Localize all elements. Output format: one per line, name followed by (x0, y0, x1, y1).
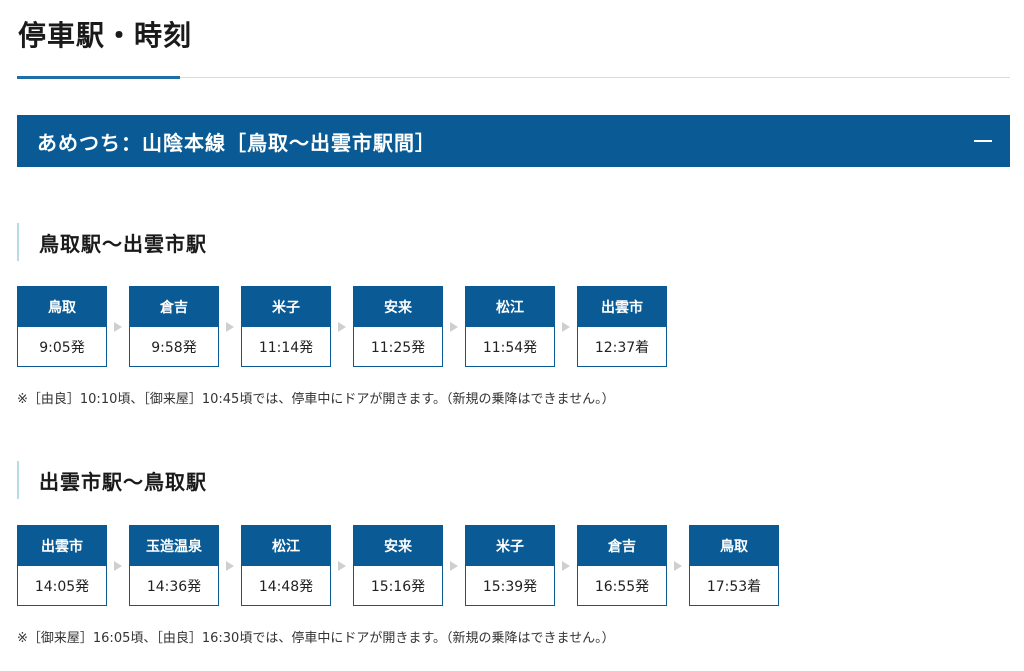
arrow-right-icon (226, 560, 234, 571)
stop-time: 15:39発 (482, 578, 538, 595)
stop-name: 鳥取 (690, 526, 778, 566)
stop-name: 出雲市 (578, 287, 666, 327)
stop-card: 米子 11:14発 (241, 286, 331, 367)
stop-card: 松江 11:54発 (465, 286, 555, 367)
arrow-right-icon (114, 560, 122, 571)
stop-card: 出雲市 14:05発 (17, 525, 107, 606)
stop-card: 米子 15:39発 (465, 525, 555, 606)
stop-name: 米子 (242, 287, 330, 327)
stop-card: 安来 15:16発 (353, 525, 443, 606)
accordion-header-amettsuchi[interactable]: あめつち：山陰本線［鳥取〜出雲市駅間］ (17, 115, 1010, 167)
stop-time: 14:36発 (146, 578, 202, 595)
page-title: 停車駅・時刻 (18, 19, 193, 52)
door-note-outbound: ※［由良］10:10頃、［御来屋］10:45頃では、停車中にドアが開きます。（新… (17, 392, 615, 407)
stop-time: 9:05発 (39, 339, 85, 356)
stop-time: 16:55発 (594, 578, 650, 595)
stop-time: 14:05発 (34, 578, 90, 595)
door-note-return: ※［御来屋］16:05頃、［由良］16:30頃では、停車中にドアが開きます。（新… (17, 631, 615, 646)
stop-name: 倉吉 (578, 526, 666, 566)
arrow-right-icon (450, 560, 458, 571)
stop-name: 出雲市 (18, 526, 106, 566)
stop-card: 鳥取 9:05発 (17, 286, 107, 367)
arrow-right-icon (114, 321, 122, 332)
stop-name: 鳥取 (18, 287, 106, 327)
section-heading-outbound: 鳥取駅〜出雲市駅 (17, 223, 207, 261)
arrow-right-icon (562, 321, 570, 332)
stop-time: 12:37着 (594, 339, 650, 356)
stop-card: 出雲市 12:37着 (577, 286, 667, 367)
arrow-right-icon (674, 560, 682, 571)
stop-name: 安来 (354, 287, 442, 327)
accordion-title: あめつち：山陰本線［鳥取〜出雲市駅間］ (37, 130, 436, 155)
stops-row-outbound: 鳥取 9:05発 倉吉 9:58発 米子 11:14発 安来 11:25発 松江… (17, 286, 667, 367)
stop-name: 米子 (466, 526, 554, 566)
section-heading-return: 出雲市駅〜鳥取駅 (17, 461, 207, 499)
stop-card: 玉造温泉 14:36発 (129, 525, 219, 606)
arrow-right-icon (450, 321, 458, 332)
stop-card: 倉吉 9:58発 (129, 286, 219, 367)
arrow-right-icon (338, 321, 346, 332)
stop-time: 11:25発 (370, 339, 426, 356)
arrow-right-icon (226, 321, 234, 332)
stops-row-return: 出雲市 14:05発 玉造温泉 14:36発 松江 14:48発 安来 15:1… (17, 525, 779, 606)
minus-icon[interactable] (974, 140, 992, 142)
stop-time: 9:58発 (151, 339, 197, 356)
stop-name: 玉造温泉 (130, 526, 218, 566)
stop-card: 倉吉 16:55発 (577, 525, 667, 606)
stop-name: 松江 (242, 526, 330, 566)
stop-name: 倉吉 (130, 287, 218, 327)
stop-time: 11:14発 (258, 339, 314, 356)
arrow-right-icon (338, 560, 346, 571)
stop-time: 11:54発 (482, 339, 538, 356)
stop-card: 松江 14:48発 (241, 525, 331, 606)
stop-name: 松江 (466, 287, 554, 327)
arrow-right-icon (562, 560, 570, 571)
stop-card: 安来 11:25発 (353, 286, 443, 367)
stop-time: 14:48発 (258, 578, 314, 595)
title-divider-accent (17, 76, 180, 79)
stop-time: 17:53着 (706, 578, 762, 595)
stop-name: 安来 (354, 526, 442, 566)
stop-time: 15:16発 (370, 578, 426, 595)
stop-card: 鳥取 17:53着 (689, 525, 779, 606)
